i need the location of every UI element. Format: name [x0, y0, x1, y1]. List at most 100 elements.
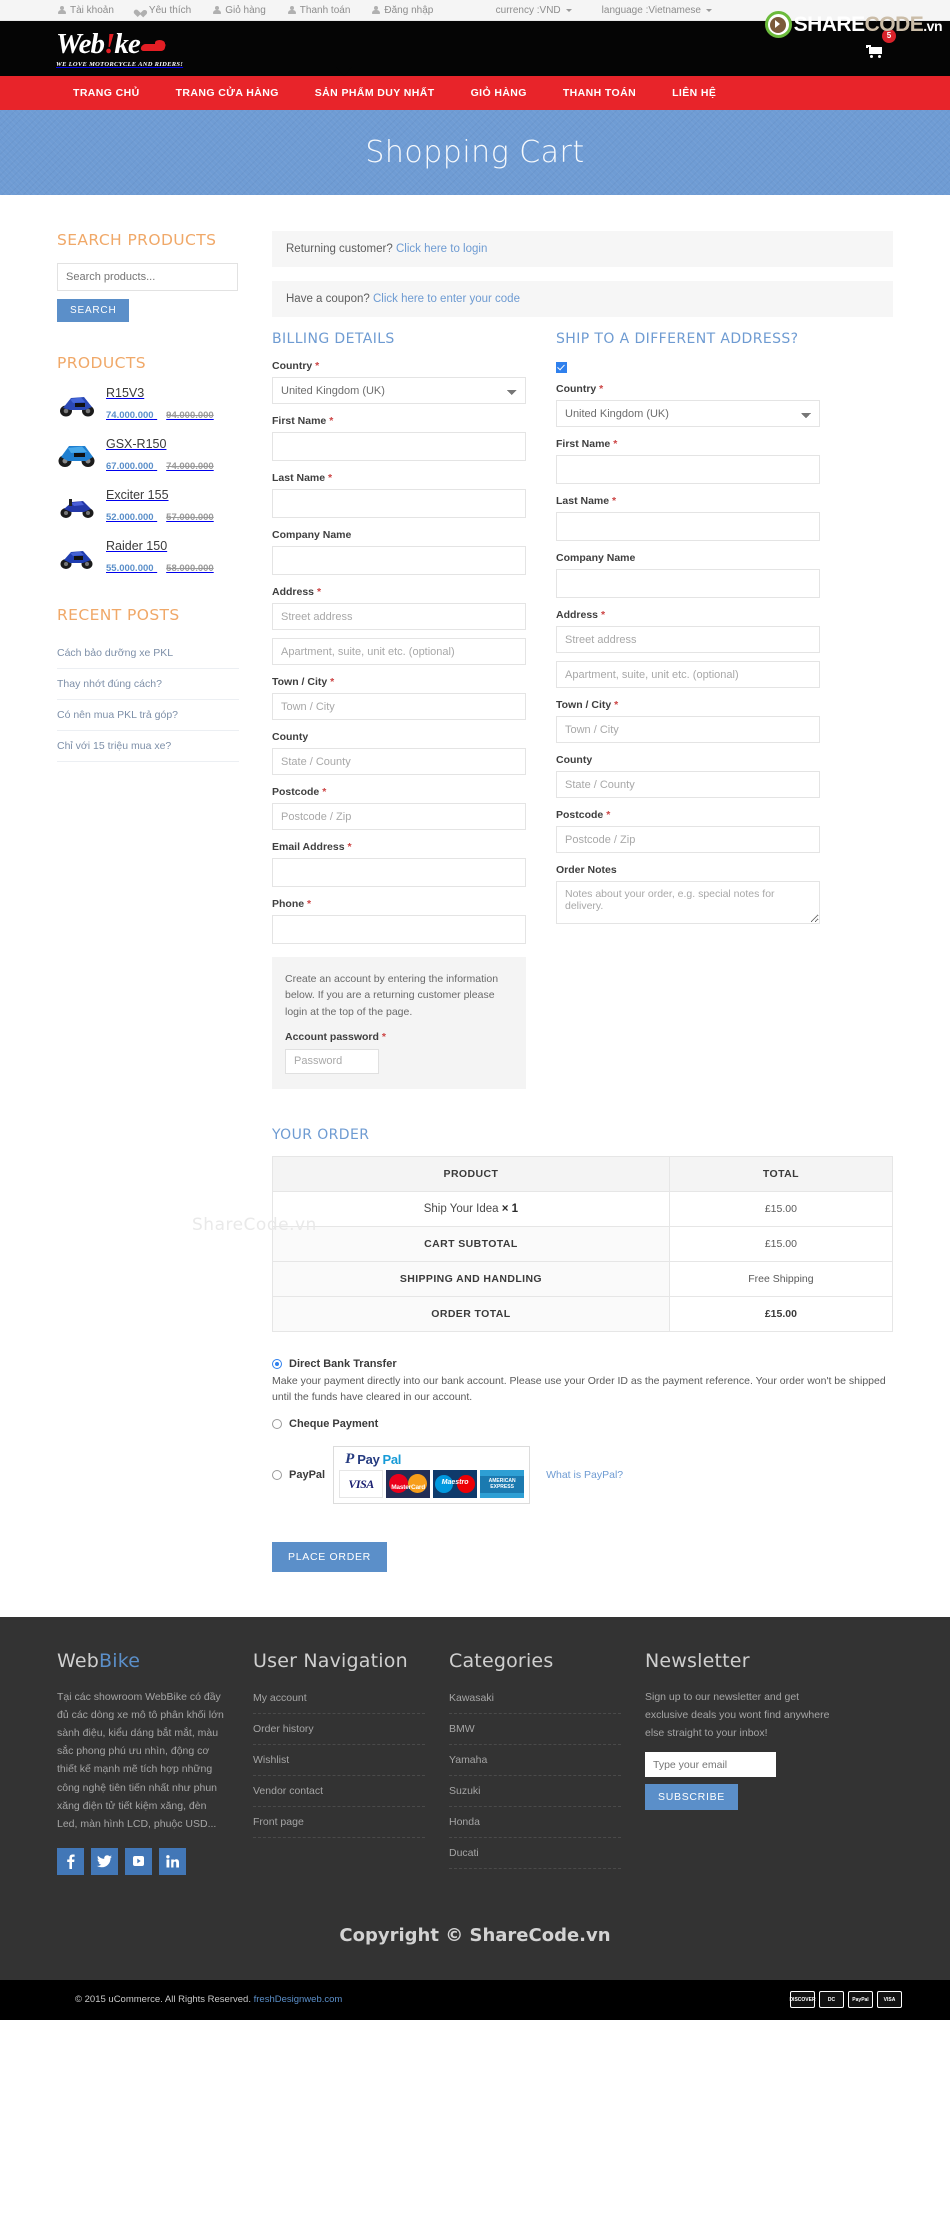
twitter-icon[interactable] — [91, 1847, 118, 1875]
billing-county-input[interactable] — [272, 748, 526, 775]
search-input[interactable] — [57, 263, 238, 291]
list-item[interactable]: Có nên mua PKL trả góp? — [57, 700, 239, 731]
required-marker: * — [599, 383, 604, 395]
payment-option-cheque[interactable]: Cheque Payment — [272, 1418, 893, 1430]
coupon-link[interactable]: Click here to enter your code — [373, 293, 520, 305]
currency-selector[interactable]: currency :VND — [496, 5, 572, 16]
language-selector[interactable]: language :Vietnamese — [602, 5, 712, 16]
shipping-country-select[interactable]: United Kingdom (UK) — [556, 400, 820, 427]
shipping-last-name-input[interactable] — [556, 512, 820, 541]
shipping-town-input[interactable] — [556, 716, 820, 743]
nav-item-checkout[interactable]: THANH TOÁN — [545, 76, 654, 110]
mastercard-card-icon: MasterCard — [386, 1470, 431, 1499]
billing-apartment-input[interactable] — [272, 638, 526, 665]
billing-email-input[interactable] — [272, 858, 526, 887]
facebook-icon[interactable] — [57, 1847, 84, 1875]
order-notes-textarea[interactable] — [556, 881, 820, 924]
top-link-account[interactable]: Tài khoản — [58, 5, 114, 16]
visa-icon: VISA — [877, 1991, 902, 2009]
payment-label-paypal: PayPal — [289, 1469, 326, 1482]
shipping-details-section: SHIP TO A DIFFERENT ADDRESS? Country * U… — [556, 331, 820, 1089]
radio-direct-bank-transfer[interactable] — [272, 1358, 282, 1369]
required-marker: * — [330, 676, 335, 688]
newsletter-subscribe-button[interactable]: SUBSCRIBE — [645, 1784, 738, 1811]
label-company: Company Name — [272, 529, 352, 541]
footer-link-my-account[interactable]: My account — [253, 1688, 425, 1715]
billing-phone-input[interactable] — [272, 915, 526, 944]
login-link[interactable]: Click here to login — [396, 243, 487, 255]
footer-link-vendor-contact[interactable]: Vendor contact — [253, 1776, 425, 1808]
copyright-text: Copyright © ShareCode.vn — [339, 1924, 611, 1946]
billing-first-name-input[interactable] — [272, 432, 526, 461]
list-item[interactable]: Raider 150 55.000.000 58.000.000 — [57, 539, 239, 574]
top-link-cart[interactable]: Giỏ hàng — [213, 5, 266, 16]
youtube-icon[interactable] — [125, 1847, 152, 1875]
list-item[interactable]: Cách bảo dưỡng xe PKL — [57, 638, 239, 669]
footer-category-suzuki[interactable]: Suzuki — [449, 1776, 621, 1808]
nav-item-home[interactable]: TRANG CHỦ — [55, 76, 158, 110]
list-item[interactable]: Chỉ với 15 triệu mua xe? — [57, 731, 239, 762]
footer-about-column: WebBike Tại các showroom WebBike có đầy … — [57, 1650, 253, 1875]
shipping-postcode-input[interactable] — [556, 826, 820, 853]
payment-option-paypal[interactable]: PayPal P Pay Pal VISA MasterCard Maestro… — [272, 1446, 893, 1505]
nav-item-shop[interactable]: TRANG CỬA HÀNG — [158, 76, 297, 110]
footer-brand-title: WebBike — [57, 1650, 141, 1673]
product-price: 55.000.000 — [106, 563, 154, 574]
billing-company-input[interactable] — [272, 546, 526, 575]
billing-last-name-input[interactable] — [272, 489, 526, 518]
nav-item-cart[interactable]: GIỎ HÀNG — [453, 76, 545, 110]
footer-link-order-history[interactable]: Order history — [253, 1714, 425, 1746]
site-logo[interactable]: Web!ke WE LOVE MOTORCYCLE AND RIDERS! — [56, 27, 183, 68]
top-link-label: Tài khoản — [70, 4, 114, 16]
radio-cheque-payment[interactable] — [272, 1419, 282, 1430]
nav-item-single-product[interactable]: SẢN PHẨM DUY NHẤT — [297, 76, 453, 110]
radio-paypal[interactable] — [272, 1470, 282, 1481]
linkedin-icon[interactable] — [159, 1847, 186, 1875]
account-password-input[interactable] — [285, 1048, 379, 1074]
shipping-first-name-input[interactable] — [556, 455, 820, 484]
billing-country-select[interactable]: United Kingdom (UK) — [272, 377, 526, 404]
top-link-label: Thanh toán — [299, 4, 351, 16]
payment-option-bank[interactable]: Direct Bank Transfer — [272, 1358, 893, 1370]
list-item[interactable]: GSX-R150 67.000.000 74.000.000 — [57, 437, 239, 472]
footer-about-text: Tại các showroom WebBike có đầy đủ các d… — [57, 1691, 224, 1830]
footer-link-wishlist[interactable]: Wishlist — [253, 1745, 425, 1777]
create-account-text: Create an account by entering the inform… — [285, 973, 499, 1018]
shipping-apartment-input[interactable] — [556, 661, 820, 688]
footer-category-honda[interactable]: Honda — [449, 1807, 621, 1839]
logo-text-1: Web — [56, 27, 105, 60]
footer-category-kawasaki[interactable]: Kawasaki — [449, 1688, 621, 1715]
footer-category-bmw[interactable]: BMW — [449, 1714, 621, 1746]
list-item[interactable]: Thay nhớt đúng cách? — [57, 669, 239, 700]
cart-button[interactable]: 5 — [864, 29, 898, 67]
shipping-county-input[interactable] — [556, 771, 820, 798]
place-order-button[interactable]: PLACE ORDER — [272, 1542, 387, 1573]
list-item[interactable]: Exciter 155 52.000.000 57.000.000 — [57, 488, 239, 523]
bottom-credit: © 2015 uCommerce. All Rights Reserved. f… — [75, 1994, 342, 2005]
top-link-label: Yêu thích — [148, 4, 192, 16]
product-price: 52.000.000 — [106, 512, 154, 523]
product-price: 67.000.000 — [106, 461, 154, 472]
top-link-checkout[interactable]: Thanh toán — [287, 4, 351, 16]
list-item[interactable]: R15V3 74.000.000 94.000.000 — [57, 386, 239, 421]
billing-postcode-input[interactable] — [272, 803, 526, 830]
top-link-login[interactable]: Đăng nhập — [372, 5, 433, 16]
shipping-details-title: SHIP TO A DIFFERENT ADDRESS? — [556, 331, 799, 347]
bottom-credit-link[interactable]: freshDesignweb.com — [254, 1994, 343, 2005]
search-button[interactable]: SEARCH — [57, 299, 130, 322]
amex-card-icon: AMERICAN EXPRESS — [480, 1470, 525, 1499]
billing-street-input[interactable] — [272, 603, 526, 630]
nav-item-contact[interactable]: LIÊN HỆ — [654, 76, 734, 110]
shipping-company-input[interactable] — [556, 569, 820, 598]
ship-to-different-address-checkbox[interactable] — [556, 362, 567, 373]
newsletter-email-input[interactable] — [645, 1752, 776, 1778]
shipping-street-input[interactable] — [556, 626, 820, 653]
what-is-paypal-link[interactable]: What is PayPal? — [546, 1469, 623, 1481]
footer-category-ducati[interactable]: Ducati — [449, 1838, 621, 1870]
widget-search: SEARCH PRODUCTS SEARCH — [57, 231, 239, 322]
footer-category-yamaha[interactable]: Yamaha — [449, 1745, 621, 1777]
top-link-wishlist[interactable]: Yêu thích — [136, 5, 191, 16]
billing-town-input[interactable] — [272, 693, 526, 720]
footer-link-front-page[interactable]: Front page — [253, 1807, 425, 1839]
field-shipping-postcode: Postcode * — [556, 809, 820, 853]
